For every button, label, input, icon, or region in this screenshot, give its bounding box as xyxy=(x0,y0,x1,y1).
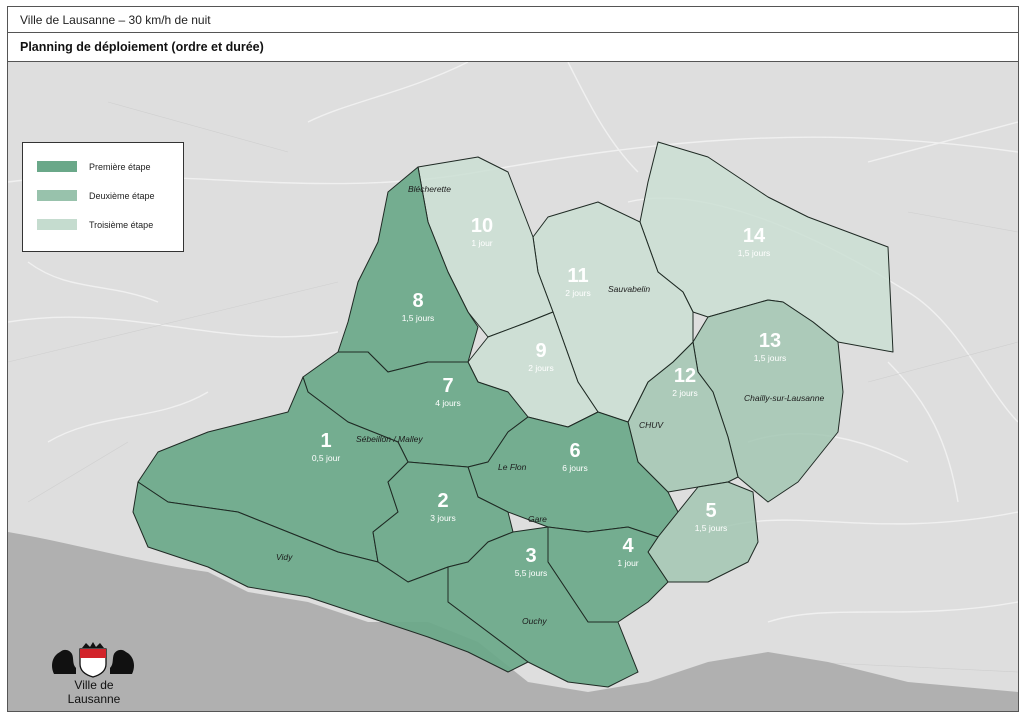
sector-13-duration: 1,5 jours xyxy=(754,353,787,363)
place-le-flon: Le Flon xyxy=(498,462,527,472)
sector-10-duration: 1 jour xyxy=(471,238,492,248)
sector-13-number: 13 xyxy=(759,330,781,352)
page-title: Ville de Lausanne – 30 km/h de nuit xyxy=(20,13,211,27)
header-bar: Ville de Lausanne – 30 km/h de nuit xyxy=(8,7,1018,33)
place-ouchy: Ouchy xyxy=(522,616,547,626)
sector-6-number: 6 xyxy=(569,440,580,462)
legend-row-stage-1: Première étape xyxy=(37,161,151,172)
place-sebeillon-malley: Sébeillon / Malley xyxy=(356,434,423,444)
legend-swatch-stage-2 xyxy=(37,190,77,201)
legend-label-stage-1: Première étape xyxy=(89,161,151,172)
sector-2-number: 2 xyxy=(437,490,448,512)
place-vidy: Vidy xyxy=(276,552,293,562)
place-chuv: CHUV xyxy=(639,420,664,430)
sector-1-duration: 0,5 jour xyxy=(312,453,341,463)
sector-7-duration: 4 jours xyxy=(435,398,461,408)
legend-swatch-stage-3 xyxy=(37,219,77,230)
sector-9-duration: 2 jours xyxy=(528,363,554,373)
sector-5-number: 5 xyxy=(705,500,716,522)
legend-label-stage-2: Deuxième étape xyxy=(89,190,155,201)
place-chailly: Chailly-sur-Lausanne xyxy=(744,393,824,403)
sector-8-number: 8 xyxy=(412,290,423,312)
sector-14-duration: 1,5 jours xyxy=(738,248,771,258)
legend: Première étape Deuxième étape Troisième … xyxy=(22,142,184,252)
sector-11-number: 11 xyxy=(567,265,588,287)
sector-14-number: 14 xyxy=(743,225,766,247)
sector-8-duration: 1,5 jours xyxy=(402,313,435,323)
logo-text: Ville de Lausanne xyxy=(67,678,121,706)
sector-5-duration: 1,5 jours xyxy=(695,523,728,533)
sector-2-duration: 3 jours xyxy=(430,513,456,523)
sector-3-number: 3 xyxy=(525,545,536,567)
sector-6-duration: 6 jours xyxy=(562,463,588,473)
legend-swatch-stage-1 xyxy=(37,161,77,172)
sector-1-number: 1 xyxy=(320,430,331,452)
map-frame: Ville de Lausanne – 30 km/h de nuit Plan… xyxy=(7,6,1019,712)
place-gare: Gare xyxy=(528,514,547,524)
place-sauvabelin: Sauvabelin xyxy=(608,284,650,294)
sector-12-duration: 2 jours xyxy=(672,388,698,398)
map-subtitle: Planning de déploiement (ordre et durée) xyxy=(20,40,264,54)
legend-row-stage-3: Troisième étape xyxy=(37,219,153,230)
lausanne-coat-of-arms-icon xyxy=(52,642,134,678)
city-logo: Ville de Lausanne xyxy=(48,642,138,706)
sector-12-number: 12 xyxy=(674,365,696,387)
map-area[interactable]: 1 0,5 jour 2 3 jours 3 5,5 jours 4 1 jour 5 1,5 j… xyxy=(8,62,1018,711)
legend-label-stage-3: Troisième étape xyxy=(89,219,154,230)
subheader-bar: Planning de déploiement (ordre et durée) xyxy=(8,33,1018,62)
sector-9-number: 9 xyxy=(535,340,546,362)
sector-3-duration: 5,5 jours xyxy=(515,568,548,578)
sector-4-duration: 1 jour xyxy=(617,558,638,568)
legend-row-stage-2: Deuxième étape xyxy=(37,190,155,201)
sector-4-number: 4 xyxy=(622,535,634,557)
sector-11-duration: 2 jours xyxy=(565,288,591,298)
sector-7-number: 7 xyxy=(442,375,453,397)
sector-10-number: 10 xyxy=(471,215,493,237)
place-blecherette: Blécherette xyxy=(408,184,451,194)
